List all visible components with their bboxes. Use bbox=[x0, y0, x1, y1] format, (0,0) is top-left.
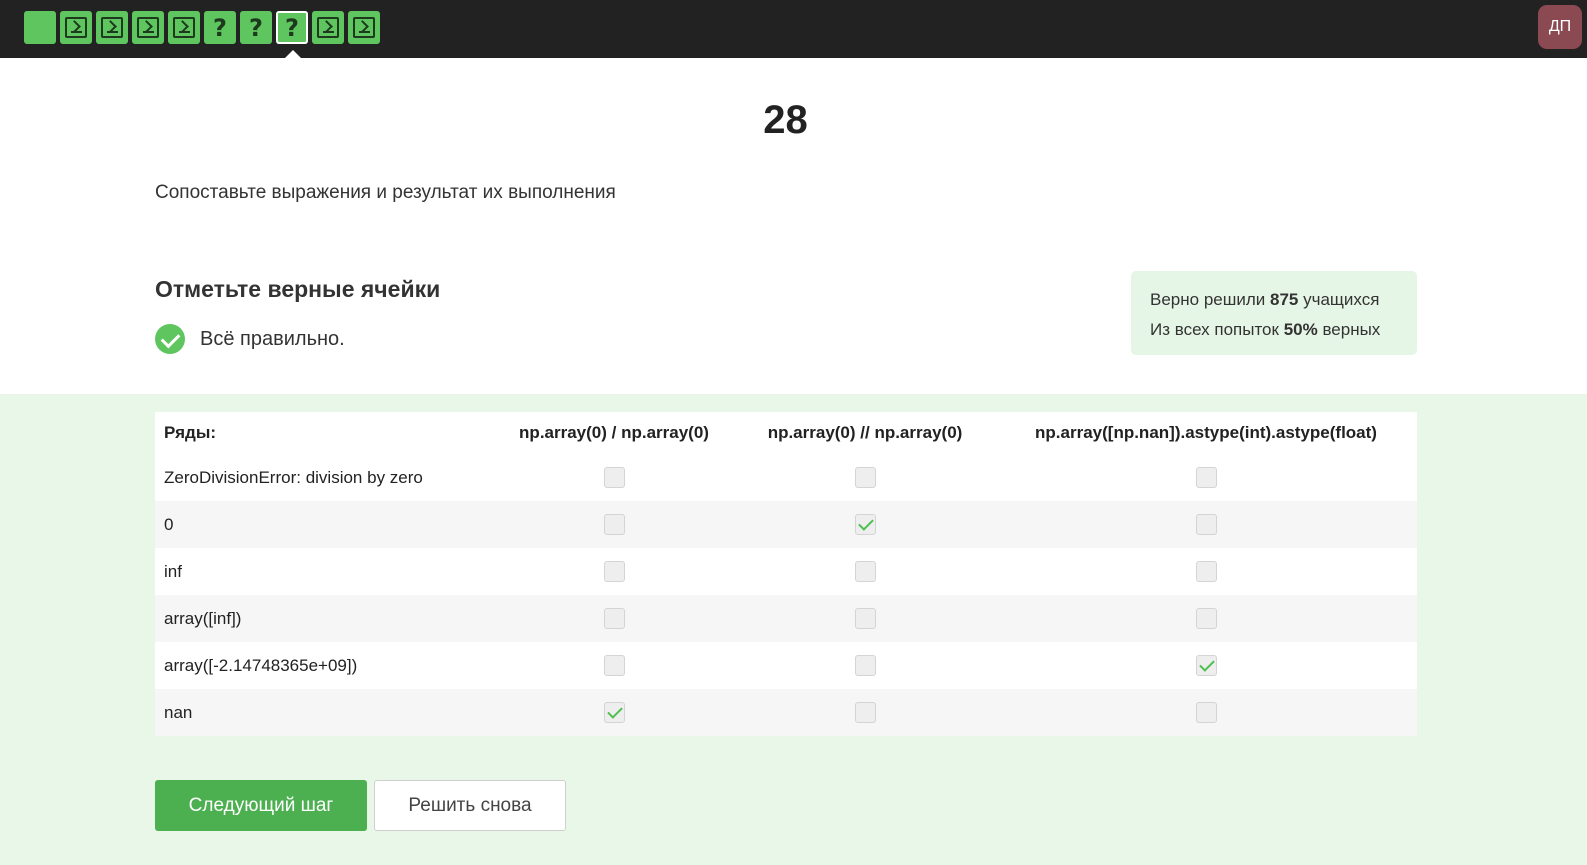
checkbox-cell bbox=[735, 454, 995, 501]
checkbox[interactable] bbox=[1195, 561, 1217, 582]
checkbox-cell bbox=[493, 689, 735, 736]
table-row: nan bbox=[155, 689, 1417, 736]
checkbox[interactable] bbox=[603, 561, 625, 582]
lesson-step-3[interactable] bbox=[96, 11, 128, 44]
table-row: ZeroDivisionError: division by zero bbox=[155, 454, 1417, 501]
row-label: array([-2.14748365e+09]) bbox=[164, 655, 358, 675]
stats-solved-line: Верно решили 875 учащихся bbox=[1150, 285, 1398, 315]
stats-solved-prefix: Верно решили bbox=[1150, 290, 1270, 309]
checkbox[interactable] bbox=[1195, 467, 1217, 488]
terminal-icon bbox=[65, 17, 87, 38]
checkbox[interactable] bbox=[854, 655, 876, 676]
terminal-icon bbox=[317, 17, 339, 38]
lesson-step-6[interactable]: ? bbox=[204, 11, 236, 44]
checkbox-cell bbox=[735, 501, 995, 548]
lesson-step-7[interactable]: ? bbox=[240, 11, 272, 44]
checkbox-cell bbox=[735, 595, 995, 642]
solve-again-button[interactable]: Решить снова bbox=[374, 780, 566, 831]
stats-attempts-percent: 50% bbox=[1283, 320, 1318, 339]
checkbox-checked[interactable] bbox=[854, 514, 876, 535]
step-number: 28 bbox=[763, 98, 808, 142]
row-label: inf bbox=[164, 561, 182, 581]
checkbox[interactable] bbox=[854, 608, 876, 629]
stats-attempts-line: Из всех попыток 50% верных bbox=[1150, 315, 1398, 345]
lesson-step-10[interactable] bbox=[348, 11, 380, 44]
checkbox[interactable] bbox=[603, 608, 625, 629]
question-mark-icon: ? bbox=[285, 13, 299, 42]
checkbox-cell bbox=[735, 548, 995, 595]
checkbox-cell bbox=[995, 454, 1417, 501]
lesson-steps: ??? bbox=[24, 11, 380, 58]
checkbox-cell bbox=[493, 454, 735, 501]
result-text: Всё правильно. bbox=[200, 327, 345, 350]
top-navigation-bar: ??? ДП bbox=[0, 0, 1587, 58]
checkbox[interactable] bbox=[1195, 608, 1217, 629]
row-label: array([inf]) bbox=[155, 595, 493, 642]
question-mark-icon: ? bbox=[249, 13, 263, 42]
stats-solved-suffix: учащихся bbox=[1298, 290, 1380, 309]
checkbox[interactable] bbox=[854, 467, 876, 488]
checkbox-cell bbox=[493, 548, 735, 595]
checkbox[interactable] bbox=[854, 702, 876, 723]
user-avatar[interactable]: ДП bbox=[1538, 5, 1582, 49]
question-mark-icon: ? bbox=[213, 13, 227, 42]
lesson-step-2[interactable] bbox=[60, 11, 92, 44]
lesson-step-4[interactable] bbox=[132, 11, 164, 44]
table-row: array([inf]) bbox=[155, 595, 1417, 642]
row-header-label: Ряды: bbox=[164, 423, 217, 442]
checkbox-cell bbox=[995, 689, 1417, 736]
row-label: nan bbox=[155, 689, 493, 736]
column-header: np.array([np.nan]).astype(int).astype(fl… bbox=[1035, 423, 1377, 442]
next-step-button[interactable]: Следующий шаг bbox=[155, 780, 367, 831]
terminal-icon bbox=[101, 17, 123, 38]
result-status: Всё правильно. bbox=[155, 324, 345, 354]
checkbox[interactable] bbox=[603, 655, 625, 676]
stats-panel: Верно решили 875 учащихся Из всех попыто… bbox=[1131, 271, 1417, 355]
checkbox[interactable] bbox=[603, 514, 625, 535]
stats-solved-count: 875 bbox=[1270, 290, 1299, 309]
checkbox-checked[interactable] bbox=[1195, 655, 1217, 676]
checkbox-cell bbox=[995, 501, 1417, 548]
terminal-icon bbox=[353, 17, 375, 38]
lesson-step-8[interactable]: ? bbox=[276, 11, 308, 58]
lesson-step-9[interactable] bbox=[312, 11, 344, 44]
checkbox[interactable] bbox=[854, 561, 876, 582]
stats-attempts-suffix: верных bbox=[1317, 320, 1381, 339]
checkbox-cell bbox=[995, 642, 1417, 689]
checkbox-cell bbox=[493, 595, 735, 642]
section-title: Отметьте верные ячейки bbox=[155, 276, 441, 302]
checkbox-cell bbox=[735, 689, 995, 736]
checkbox-checked[interactable] bbox=[603, 702, 625, 723]
table-row: inf bbox=[155, 548, 1417, 595]
terminal-icon bbox=[137, 17, 159, 38]
checkbox[interactable] bbox=[1195, 514, 1217, 535]
matching-table: Ряды: np.array(0) / np.array(0) np.array… bbox=[155, 412, 1417, 736]
column-header: np.array(0) // np.array(0) bbox=[767, 423, 963, 442]
checkbox-cell bbox=[995, 595, 1417, 642]
lesson-step-1[interactable] bbox=[24, 11, 56, 44]
row-label: 0 bbox=[155, 501, 493, 548]
task-text: Сопоставьте выражения и результат их вып… bbox=[155, 182, 616, 203]
table-row: array([-2.14748365e+09]) bbox=[155, 642, 1417, 689]
table-row: 0 bbox=[155, 501, 1417, 548]
lesson-step-5[interactable] bbox=[168, 11, 200, 44]
row-label: ZeroDivisionError: division by zero bbox=[164, 467, 423, 487]
check-circle-icon bbox=[155, 324, 185, 354]
checkbox[interactable] bbox=[1195, 702, 1217, 723]
checkbox-cell bbox=[493, 642, 735, 689]
terminal-icon bbox=[173, 17, 195, 38]
checkbox-cell bbox=[735, 642, 995, 689]
checkbox-cell bbox=[493, 501, 735, 548]
table-header-row: Ряды: np.array(0) / np.array(0) np.array… bbox=[155, 412, 1417, 454]
column-header: np.array(0) / np.array(0) bbox=[519, 423, 709, 442]
stats-attempts-prefix: Из всех попыток bbox=[1150, 320, 1284, 339]
checkbox[interactable] bbox=[603, 467, 625, 488]
checkbox-cell bbox=[995, 548, 1417, 595]
